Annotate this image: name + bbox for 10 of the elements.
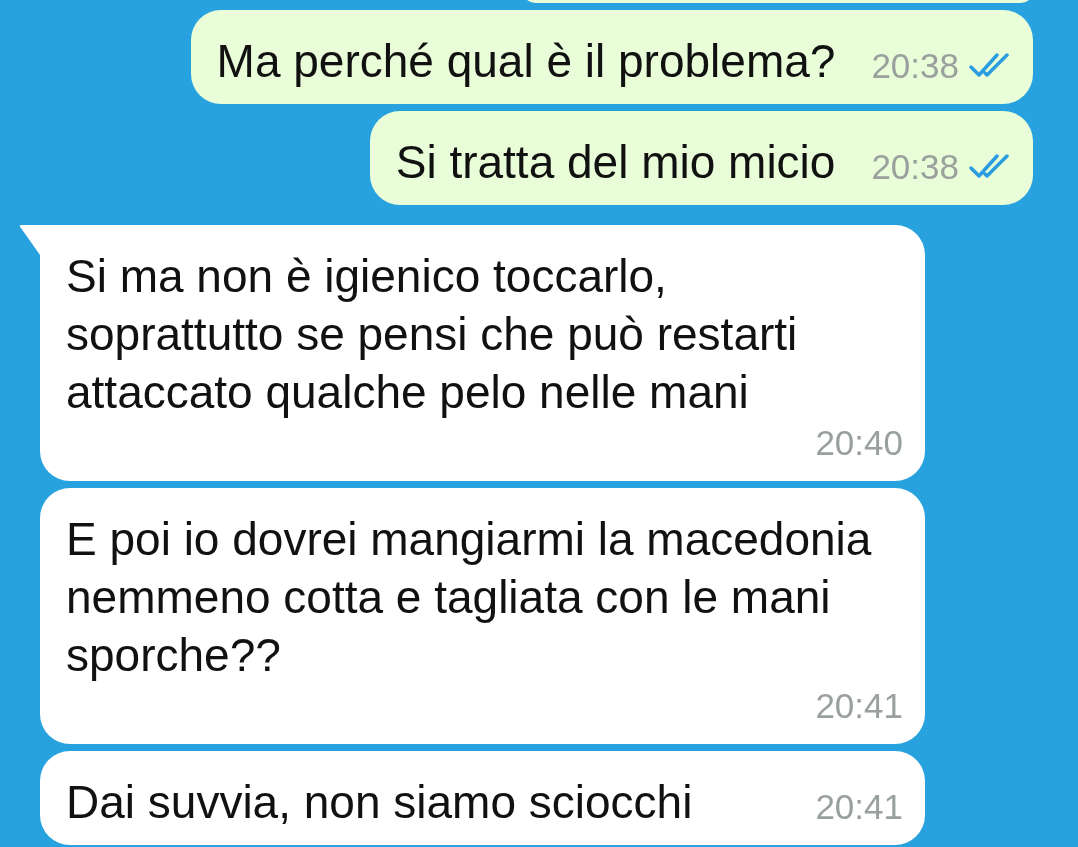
message-text: E poi io dovrei mangiarmi la macedonia nemmeno cotta e tagliata con le mani sporche??: [66, 512, 872, 683]
message-time: 20:38: [871, 45, 959, 87]
message-text: Si tratta del mio micio: [395, 135, 836, 190]
message-text: Si ma non è igienico toccarlo, soprattutto se pensi che può restarti attaccato qualche pelo nelle mani: [66, 249, 798, 420]
message-time: 20:41: [815, 685, 903, 727]
message-time: 20:40: [815, 422, 903, 464]
message-time: 20:38: [871, 146, 959, 188]
message-text: Dai suvvia, non siamo sciocchi: [66, 775, 693, 830]
message-time: 20:41: [815, 786, 903, 828]
message-text: Ma perché qual è il problema?: [216, 34, 836, 89]
